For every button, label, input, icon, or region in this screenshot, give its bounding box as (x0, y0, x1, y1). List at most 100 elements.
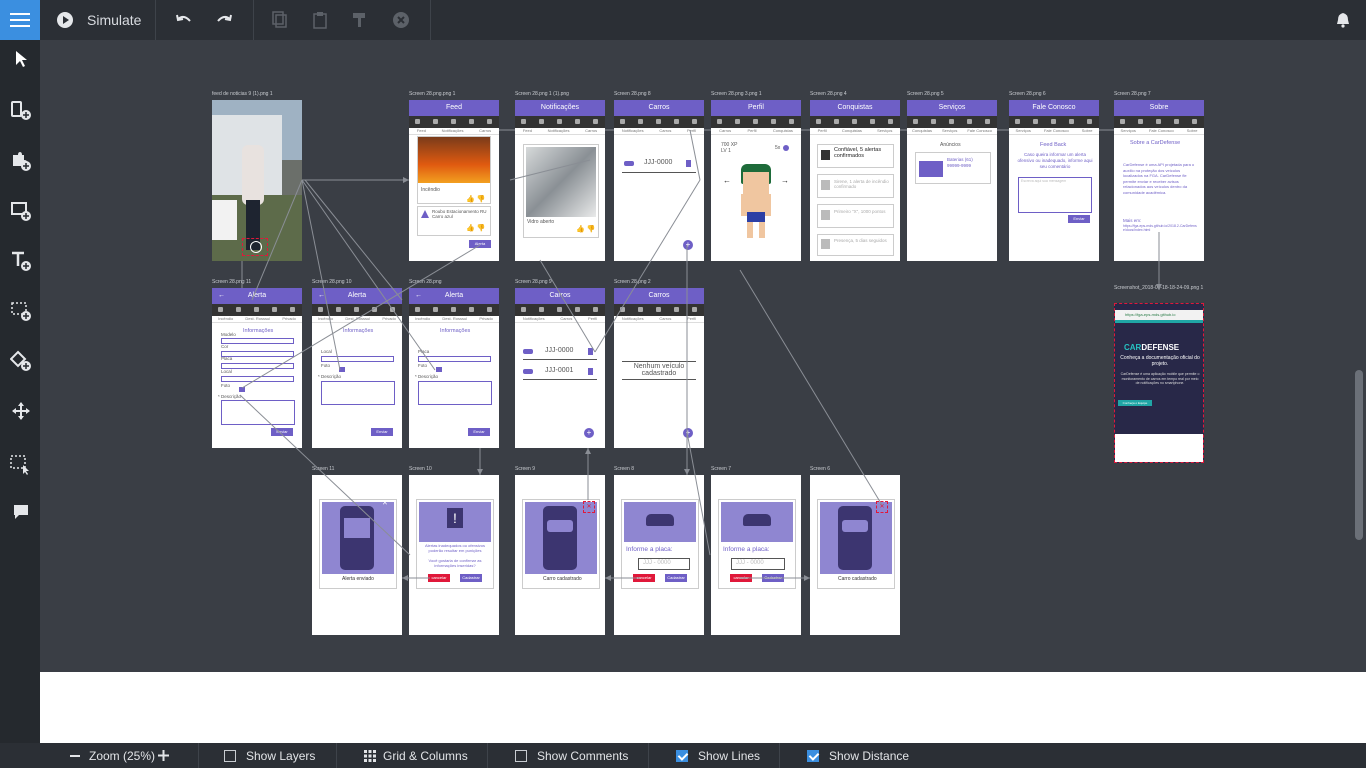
location-input[interactable] (321, 356, 394, 362)
artboard-cars-empty[interactable]: Carros Notificações Carros Perfil Nenhum v… (614, 288, 704, 448)
subtab[interactable]: Perfil (687, 316, 696, 322)
subtab[interactable]: Privado (479, 316, 493, 322)
move-icon[interactable] (10, 402, 32, 424)
location-input[interactable] (221, 376, 294, 382)
confirm-button[interactable]: Cadastrar (665, 574, 687, 582)
artboard-about[interactable]: Sobre Serviços Fale Conosco Sobre Sobre a … (1114, 100, 1204, 261)
artboard-notifications[interactable]: Notificações Feed Notificações Carros Vidr… (515, 100, 605, 261)
subtab[interactable]: Incêndio (218, 316, 233, 322)
add-component-icon[interactable] (10, 150, 32, 172)
subtab[interactable]: Incêndio (318, 316, 333, 322)
show-lines-toggle[interactable]: Show Lines (676, 743, 760, 768)
subtab[interactable]: Carros (719, 128, 731, 134)
description-textarea[interactable] (418, 381, 492, 405)
trash-icon[interactable] (588, 348, 593, 355)
artboard-alert-form[interactable]: Alerta ← Incêndio Dest. Rosssul Privado In… (312, 288, 402, 448)
artboard-alert-form[interactable]: Alerta ← Incêndio Dest. Rosssul Privado In… (409, 288, 499, 448)
plate-input[interactable]: JJJ - 0000 (638, 558, 690, 570)
feed-card[interactable]: Incêndio 👍 👎 (417, 136, 491, 204)
subtab[interactable]: Feed (523, 128, 532, 134)
notification-card[interactable]: Vidro aberto 👍 👎 (523, 144, 599, 238)
artboard-confirm-alert[interactable]: ! Alertas inadequados ou ofensivos poder… (409, 475, 499, 635)
add-car-button[interactable]: + (683, 428, 693, 438)
description-textarea[interactable] (321, 381, 395, 405)
add-car-button[interactable]: + (683, 240, 693, 250)
vertical-scrollbar[interactable] (1355, 370, 1363, 540)
show-layers-toggle[interactable]: Show Layers (224, 743, 315, 768)
send-button[interactable]: Enviar (271, 428, 293, 436)
artboard-car-registered[interactable]: Carro cadastrado ✕ (810, 475, 900, 635)
show-comments-checkbox[interactable] (515, 749, 527, 762)
redo-icon[interactable] (215, 0, 233, 40)
add-screen-icon[interactable] (10, 100, 32, 122)
subtab[interactable]: Carros (659, 316, 671, 322)
grid-columns-button[interactable]: Grid & Columns (364, 743, 468, 768)
confirm-button[interactable]: Cadastrar (762, 574, 784, 582)
fill-bucket-icon[interactable] (9, 350, 32, 372)
show-distance-checkbox[interactable] (807, 749, 819, 762)
service-card[interactable]: Baterias (61) 99999-9999 (915, 152, 991, 184)
subtab[interactable]: Perfil (747, 128, 756, 134)
clipboard-icon[interactable] (312, 0, 328, 40)
cancel-button[interactable]: cancelar (730, 574, 752, 582)
cursor-icon[interactable] (10, 50, 32, 72)
artboard-plate-input[interactable]: Informe a placa: JJJ - 0000 cancelar Cad… (614, 475, 704, 635)
camera-icon[interactable] (239, 387, 245, 392)
add-car-button[interactable]: + (584, 428, 594, 438)
artboard-website-screenshot[interactable]: https://fga-eps-mds.github.io CARDEFENSE… (1114, 303, 1204, 463)
artboard-services[interactable]: Serviços Conquistas Serviços Fale Conosco … (907, 100, 997, 261)
trash-icon[interactable] (686, 160, 691, 167)
plate-input[interactable] (221, 363, 294, 369)
artboard-news-photo[interactable] (212, 100, 302, 261)
cancel-button[interactable]: cancelar (428, 574, 450, 582)
send-button[interactable]: Enviar (371, 428, 393, 436)
subtab[interactable]: Fale Conosco (1044, 128, 1069, 134)
subtab[interactable]: Perfil (818, 128, 827, 134)
subtab[interactable]: Conquistas (912, 128, 932, 134)
show-distance-toggle[interactable]: Show Distance (807, 743, 909, 768)
subtab[interactable]: Serviços (942, 128, 957, 134)
arrow-right-icon[interactable]: → (781, 176, 789, 185)
artboard-alert-form[interactable]: Alerta ← Incêndio Dest. Rosssul Privado In… (212, 288, 302, 448)
simulate-button[interactable]: Simulate (56, 0, 141, 40)
confirm-button[interactable]: Cadastrar (460, 574, 482, 582)
subtab[interactable]: Perfil (687, 128, 696, 134)
artboard-profile[interactable]: Perfil Carros Perfil Conquistas 700 XP LV … (711, 100, 801, 261)
close-icon[interactable]: ✕ (583, 501, 595, 513)
subtab[interactable]: Dest. Rosssul (245, 316, 270, 322)
show-layers-checkbox[interactable] (224, 749, 236, 762)
trash-icon[interactable] (588, 368, 593, 375)
artboard-achievements[interactable]: Conquistas Perfil Conquistas Serviços Conf… (810, 100, 900, 261)
subtab[interactable]: Fale Conosco (967, 128, 992, 134)
description-textarea[interactable] (221, 400, 295, 425)
subtab[interactable]: Sobre (1187, 128, 1198, 134)
subtab[interactable]: Conquistas (773, 128, 793, 134)
plate-input[interactable] (418, 356, 491, 362)
site-cta-button[interactable]: Conheça o Equipe (1118, 400, 1152, 406)
subtab[interactable]: Notificações (548, 128, 570, 134)
alert-button[interactable]: Alerta (469, 240, 491, 248)
cancel-button[interactable]: cancelar (633, 574, 655, 582)
zoom-in-button[interactable] (158, 743, 169, 768)
camera-icon[interactable] (436, 367, 442, 372)
close-icon[interactable]: ✕ (876, 501, 888, 513)
artboard-alert-sent[interactable]: Alerta enviado ✕ (312, 475, 402, 635)
docs-link[interactable]: https://fga-eps-mds.github.io/2018.2-Car… (1123, 224, 1197, 232)
send-button[interactable]: Enviar (468, 428, 490, 436)
back-arrow-icon[interactable]: ← (218, 292, 225, 299)
subtab[interactable]: Feed (417, 128, 426, 134)
subtab[interactable]: Incêndio (415, 316, 430, 322)
artboard-cars[interactable]: Carros Notificações Carros Perfil JJJ-0000… (614, 100, 704, 261)
subtab[interactable]: Privado (382, 316, 396, 322)
subtab[interactable]: Conquistas (842, 128, 862, 134)
subtab[interactable]: Dest. Rosssul (345, 316, 370, 322)
subtab[interactable]: Serviços (877, 128, 892, 134)
subtab[interactable]: Notificações (442, 128, 464, 134)
delete-icon[interactable] (392, 0, 410, 40)
subtab[interactable]: Carros (659, 128, 671, 134)
subtab[interactable]: Serviços (1121, 128, 1136, 134)
subtab[interactable]: Notificações (622, 316, 644, 322)
model-input[interactable] (221, 338, 294, 344)
subtab[interactable]: Sobre (1082, 128, 1093, 134)
notifications-bell-icon[interactable] (1336, 0, 1350, 40)
